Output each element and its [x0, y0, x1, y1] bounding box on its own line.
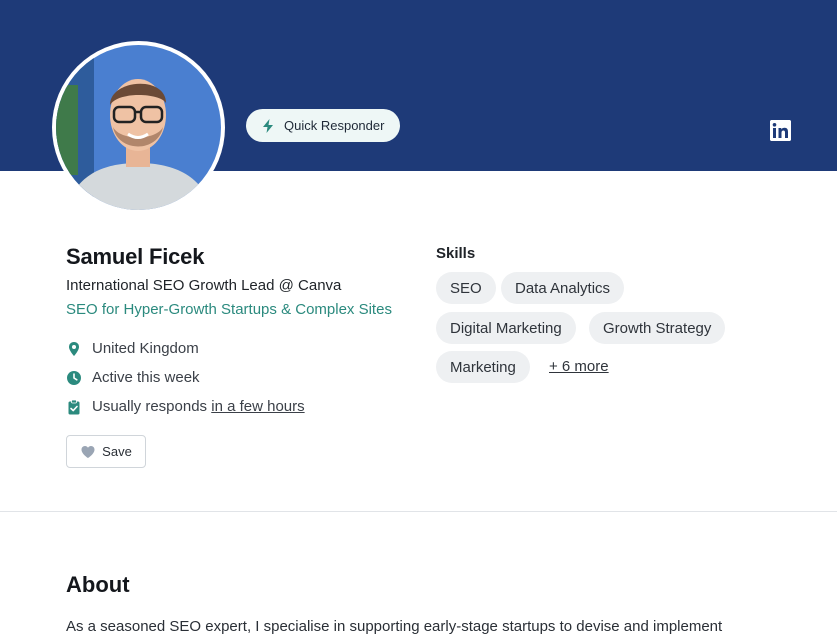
- clock-icon: [67, 370, 81, 385]
- profile-name: Samuel Ficek: [66, 244, 205, 269]
- quick-responder-badge: Quick Responder: [246, 109, 401, 142]
- profile-photo: [56, 45, 221, 210]
- profile-tagline: SEO for Hyper-Growth Startups & Complex …: [66, 301, 392, 318]
- skill-chip[interactable]: SEO: [436, 272, 496, 304]
- response-row: Usually responds in a few hours: [66, 398, 305, 415]
- profile-headline: International SEO Growth Lead @ Canva: [66, 277, 342, 294]
- location-pin-icon: [69, 341, 79, 356]
- heart-icon: [81, 445, 95, 458]
- skill-chip[interactable]: Growth Strategy: [589, 312, 726, 344]
- location-row: United Kingdom: [66, 340, 199, 357]
- skill-chip[interactable]: Data Analytics: [501, 272, 625, 304]
- more-skills-link[interactable]: + 6 more: [549, 358, 609, 375]
- about-heading: About: [66, 572, 130, 597]
- skills-heading: Skills: [436, 245, 476, 262]
- lightning-icon: [263, 118, 273, 133]
- clipboard-check-icon: [68, 399, 80, 414]
- location-text: United Kingdom: [92, 340, 199, 357]
- badge-label: Quick Responder: [284, 118, 385, 133]
- response-prefix: Usually responds: [92, 398, 208, 415]
- avatar: [52, 41, 225, 214]
- save-button[interactable]: Save: [66, 435, 146, 468]
- save-button-label: Save: [102, 444, 132, 459]
- about-text: As a seasoned SEO expert, I specialise i…: [66, 618, 723, 635]
- linkedin-icon[interactable]: [770, 120, 791, 141]
- skill-chip[interactable]: Digital Marketing: [436, 312, 576, 344]
- activity-text: Active this week: [92, 369, 200, 386]
- response-time-link[interactable]: in a few hours: [211, 398, 304, 415]
- skill-chip[interactable]: Marketing: [436, 351, 530, 383]
- section-divider: [0, 511, 837, 512]
- activity-row: Active this week: [66, 369, 200, 386]
